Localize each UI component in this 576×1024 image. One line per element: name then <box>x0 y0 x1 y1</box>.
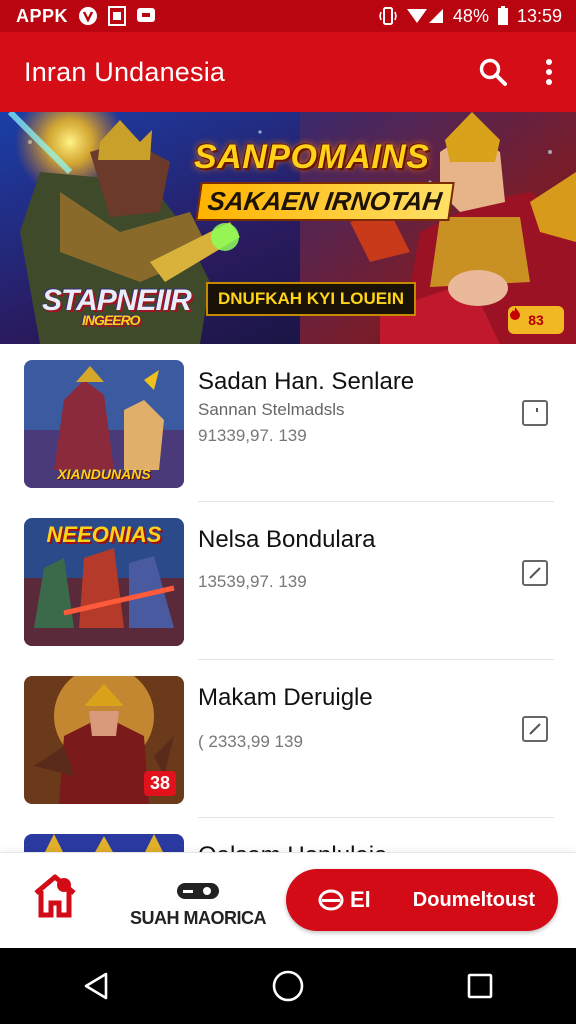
carrier-label: APPK <box>16 5 69 26</box>
promo-banner[interactable]: SANPOMAINS SAKAEN IRNOTAH STAPNEIIR INGE… <box>0 112 576 344</box>
vibrate-icon <box>379 6 397 26</box>
system-nav-bar <box>0 948 576 1024</box>
sim-icon <box>108 6 127 26</box>
flame-icon <box>510 307 520 320</box>
cta-label: Doumeltoust <box>412 888 536 911</box>
game-subtitle: Sannan Stelmadsls <box>198 400 345 419</box>
search-icon[interactable] <box>478 57 508 87</box>
app-icon <box>318 889 344 911</box>
gamepad-icon <box>177 883 219 899</box>
game-thumbnail[interactable]: NEEONIAS <box>24 518 184 646</box>
list-item[interactable]: 38 Makam Deruigle ( 2333,99 139 <box>0 660 576 818</box>
download-icon[interactable] <box>522 400 548 426</box>
recents-icon[interactable] <box>450 956 510 1016</box>
message-icon <box>136 7 156 25</box>
banner-badge-text: 83 <box>528 312 544 328</box>
home-circle-icon[interactable] <box>258 956 318 1016</box>
game-title: Makam Deruigle <box>198 684 373 711</box>
banner-cta[interactable]: DNUFKAH KYI LOUEIN <box>206 282 417 316</box>
home-icon[interactable] <box>30 871 80 926</box>
game-thumbnail[interactable] <box>24 834 184 852</box>
app-title: Inran Undanesia <box>24 56 226 87</box>
banner-subheadline: SAKAEN IRNOTAH <box>195 182 455 221</box>
bottom-bar: SUAH MAORICA El Doumeltoust <box>0 852 576 948</box>
banner-badge[interactable]: 83 <box>508 306 564 334</box>
game-thumbnail[interactable]: 38 <box>24 676 184 804</box>
signal-icon <box>405 7 445 25</box>
edit-icon[interactable] <box>522 716 548 742</box>
list-item[interactable]: NEEONIAS Nelsa Bondulara 13539,97. 139 <box>0 502 576 660</box>
app-root: APPK 48% 13:59 Inran Undanesia SANPOMAIN… <box>0 0 576 1024</box>
more-vert-icon[interactable] <box>544 58 554 86</box>
vpn-icon <box>78 6 98 26</box>
game-title: Nelsa Bondulara <box>198 526 376 553</box>
download-button[interactable]: El Doumeltoust <box>286 869 558 931</box>
battery-percent: 48% <box>452 5 489 26</box>
brand-label: SUAH MAORICA <box>130 908 267 928</box>
banner-logo: STAPNEIIR INGEERO <box>42 284 192 328</box>
status-bar: APPK 48% 13:59 <box>0 0 576 32</box>
thumb-badge: 38 <box>143 771 176 796</box>
game-thumbnail[interactable]: XIANDUNANS <box>24 360 184 488</box>
game-meta: ( 2333,99 139 <box>198 732 303 751</box>
game-meta: 91339,97. 139 <box>198 426 307 445</box>
list-item[interactable]: XIANDUNANS Sadan Han. Senlare Sannan Ste… <box>0 344 576 502</box>
thumb-title: XIANDUNANS <box>57 466 151 482</box>
game-meta: 13539,97. 139 <box>198 572 307 591</box>
brand-logo[interactable]: SUAH MAORICA <box>130 881 267 929</box>
back-icon[interactable] <box>66 956 126 1016</box>
app-bar: Inran Undanesia <box>0 32 576 112</box>
game-title: Oalsam Uonlulaia <box>198 842 387 852</box>
game-list: XIANDUNANS Sadan Han. Senlare Sannan Ste… <box>0 344 576 852</box>
clock: 13:59 <box>516 5 562 26</box>
cta-prefix: El <box>350 887 371 912</box>
list-item[interactable]: Oalsam Uonlulaia <box>0 818 576 852</box>
game-title: Sadan Han. Senlare <box>198 368 415 395</box>
thumb-title: NEEONIAS <box>46 522 162 547</box>
banner-headline: SANPOMAINS <box>194 138 430 176</box>
battery-icon <box>497 6 509 26</box>
edit-icon[interactable] <box>522 560 548 586</box>
